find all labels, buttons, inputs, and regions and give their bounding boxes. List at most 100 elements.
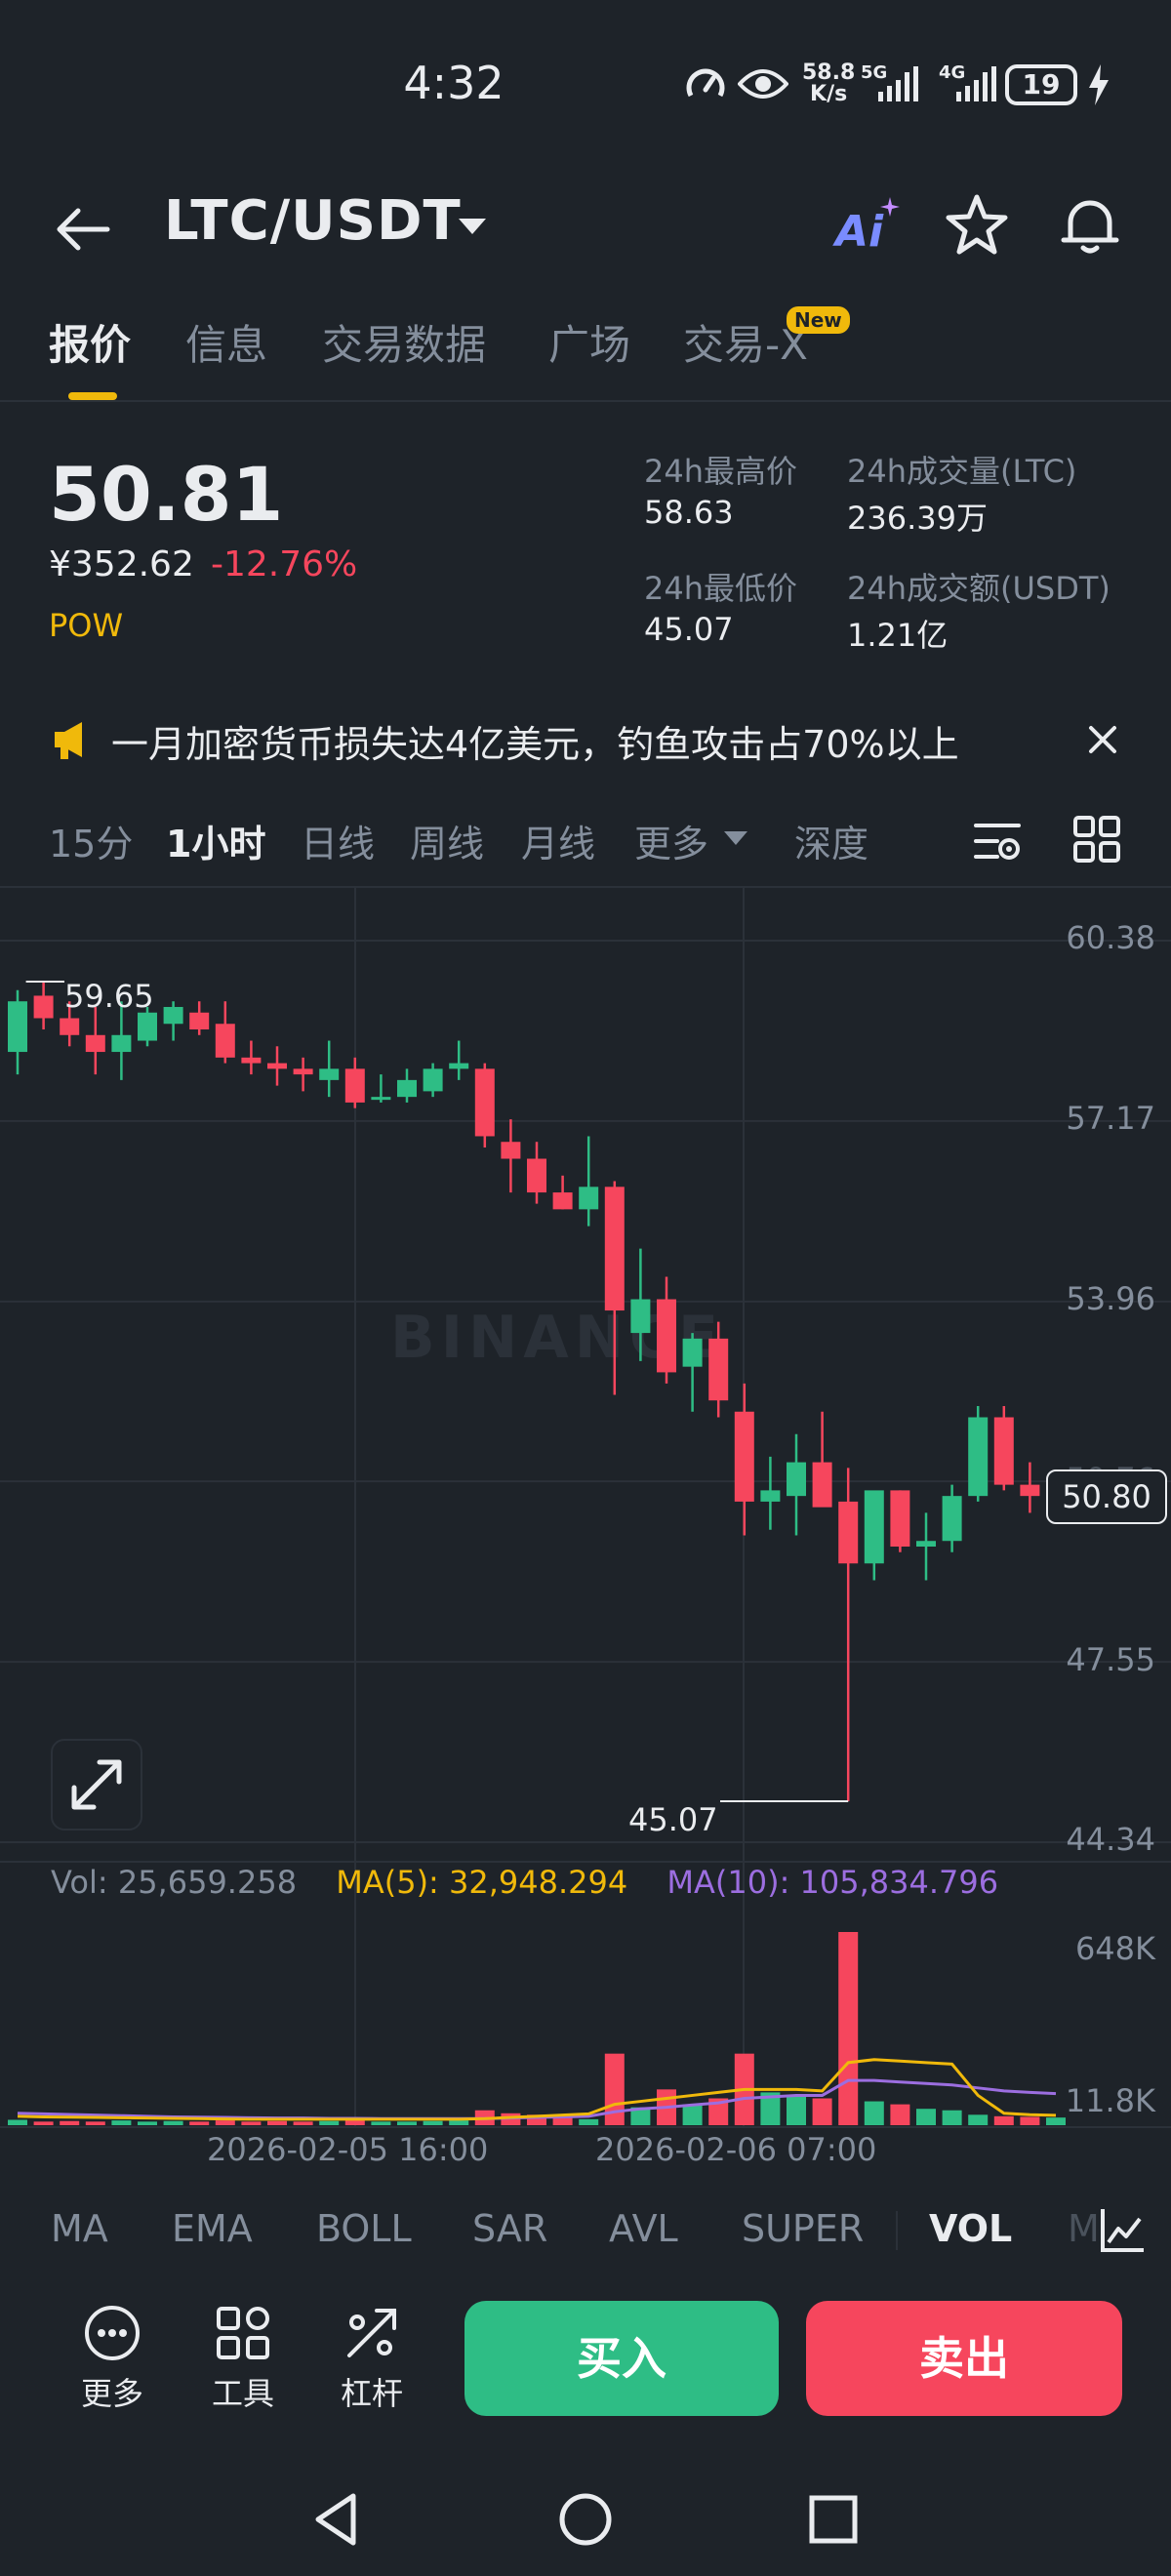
bell-icon[interactable] <box>1056 191 1124 260</box>
status-bar: 4:32 58.8 K/s 5G 4G 19 <box>0 0 1171 176</box>
candle-body <box>319 1068 340 1080</box>
fullscreen-button[interactable] <box>51 1739 142 1831</box>
back-arrow-icon[interactable] <box>51 197 115 262</box>
active-tab-indicator <box>68 392 117 400</box>
more-button[interactable]: 更多 <box>59 2303 166 2414</box>
candle-body <box>760 1490 781 1502</box>
indicator-m[interactable]: M <box>1068 2207 1100 2250</box>
candle-body <box>708 1338 729 1401</box>
candle-body <box>734 1411 754 1502</box>
leverage-button[interactable]: 杠杆 <box>318 2303 425 2414</box>
charging-icon <box>1089 64 1109 105</box>
candle-body <box>579 1187 599 1210</box>
indicator-ema[interactable]: EMA <box>172 2207 253 2250</box>
favorite-star-icon[interactable] <box>943 191 1011 260</box>
volume-bar <box>916 2109 936 2125</box>
candle-body <box>916 1541 936 1547</box>
pair-title[interactable]: LTC/USDT <box>164 189 462 253</box>
nav-home-icon[interactable] <box>554 2488 617 2551</box>
volume-quote-label: 24h成交额(USDT) <box>847 570 1110 607</box>
indicator-bar: MA EMA BOLL SAR AVL SUPER VOL M <box>0 2186 1171 2274</box>
volume-bar <box>397 2121 417 2125</box>
volume-bar <box>423 2120 443 2125</box>
low-marker-label: 45.07 <box>628 1801 718 1838</box>
change-percent: -12.76% <box>211 544 358 584</box>
caret-down-icon[interactable] <box>451 205 494 248</box>
candle-body <box>474 1068 495 1137</box>
tab-square[interactable]: 广场 <box>548 312 630 372</box>
vol-ma5: MA(5): 32,948.294 <box>336 1864 628 1901</box>
y-axis-tick: 47.55 <box>1066 1641 1155 1678</box>
nav-recents-icon[interactable] <box>802 2488 865 2551</box>
candle-body <box>60 1018 80 1035</box>
tab-info[interactable]: 信息 <box>185 312 267 372</box>
volume-bar <box>189 2121 210 2125</box>
last-price: 50.81 <box>49 451 284 538</box>
interval-1w[interactable]: 周线 <box>410 814 484 867</box>
nav-back-icon[interactable] <box>306 2488 369 2551</box>
interval-15m[interactable]: 15分 <box>49 814 133 867</box>
indicator-sar[interactable]: SAR <box>472 2207 547 2250</box>
candle-body <box>189 1012 210 1030</box>
tools-icon <box>217 2307 269 2359</box>
candle-body <box>1020 1484 1040 1497</box>
close-icon[interactable] <box>1085 722 1120 757</box>
system-nav-bar <box>0 2459 1171 2576</box>
volume-bar <box>344 2120 365 2125</box>
candlestick-chart[interactable]: BINANCE 60.38 57.17 53.96 50.76 47.55 44… <box>0 888 1171 2176</box>
leverage-label: 杠杆 <box>340 2375 403 2412</box>
grid-layout-icon[interactable] <box>1071 814 1122 865</box>
indicator-avl[interactable]: AVL <box>609 2207 678 2250</box>
volume-bar <box>267 2120 287 2125</box>
chart-settings-icon[interactable] <box>972 816 1023 866</box>
candle-body <box>397 1079 417 1098</box>
cny-price: ¥352.62 <box>49 544 194 584</box>
candle-body <box>449 1063 469 1069</box>
x-axis-date: 2026-02-05 16:00 <box>207 2131 489 2168</box>
indicator-vol[interactable]: VOL <box>929 2207 1012 2250</box>
buy-button[interactable]: 买入 <box>464 2301 779 2416</box>
sell-button[interactable]: 卖出 <box>806 2301 1122 2416</box>
y-axis-tick: 57.17 <box>1066 1100 1155 1137</box>
new-badge: New <box>787 306 850 334</box>
candle-body <box>604 1187 625 1311</box>
candle-body <box>812 1462 832 1508</box>
indicator-super[interactable]: SUPER <box>742 2207 864 2250</box>
interval-bar: 15分 1小时 日线 周线 月线 更多 深度 <box>0 800 1171 888</box>
candle-body <box>501 1142 521 1159</box>
status-icons: 58.8 K/s 5G 4G 19 <box>683 60 1122 109</box>
candle-body <box>371 1097 391 1101</box>
tools-button[interactable]: 工具 <box>189 2303 297 2414</box>
coin-tag[interactable]: POW <box>49 607 123 644</box>
volume-legend: Vol: 25,659.258 MA(5): 32,948.294 MA(10)… <box>51 1864 1028 1901</box>
candle-body <box>33 995 54 1019</box>
y-axis-tick: 44.34 <box>1066 1821 1155 1858</box>
signal-icon-1 <box>878 66 918 101</box>
more-caret-icon[interactable] <box>724 831 747 847</box>
interval-more[interactable]: 更多 <box>634 814 708 867</box>
volume-base-value: 236.39万 <box>847 500 988 537</box>
tab-trading-data[interactable]: 交易数据 <box>322 312 486 372</box>
y-axis-tick: 53.96 <box>1066 1280 1155 1317</box>
volume-bar <box>682 2104 703 2125</box>
high-value: 58.63 <box>644 494 734 531</box>
chart-canvas[interactable] <box>0 888 1171 2176</box>
indicator-settings-icon[interactable] <box>1097 2205 1148 2256</box>
y-axis-tick: 60.38 <box>1066 919 1155 956</box>
volume-bar <box>163 2120 183 2125</box>
bottom-actions: 更多 工具 杠杆 买入 卖出 <box>0 2283 1171 2430</box>
candle-body <box>267 1063 287 1069</box>
ai-label: Ai <box>835 207 884 257</box>
interval-1h[interactable]: 1小时 <box>166 814 265 867</box>
announcement-banner[interactable]: 一月加密货币损失达4亿美元，钓鱼攻击占70%以上 <box>0 703 1171 781</box>
ai-assistant-button[interactable]: Ai <box>831 197 902 262</box>
indicator-ma[interactable]: MA <box>51 2207 108 2250</box>
tab-quote[interactable]: 报价 <box>49 312 131 372</box>
depth-tab[interactable]: 深度 <box>794 814 868 867</box>
announcement-text[interactable]: 一月加密货币损失达4亿美元，钓鱼攻击占70%以上 <box>111 714 959 768</box>
high-label: 24h最高价 <box>644 453 798 490</box>
indicator-boll[interactable]: BOLL <box>316 2207 412 2250</box>
interval-1m[interactable]: 月线 <box>521 814 595 867</box>
interval-1d[interactable]: 日线 <box>301 814 375 867</box>
volume-bar <box>1046 2117 1066 2125</box>
